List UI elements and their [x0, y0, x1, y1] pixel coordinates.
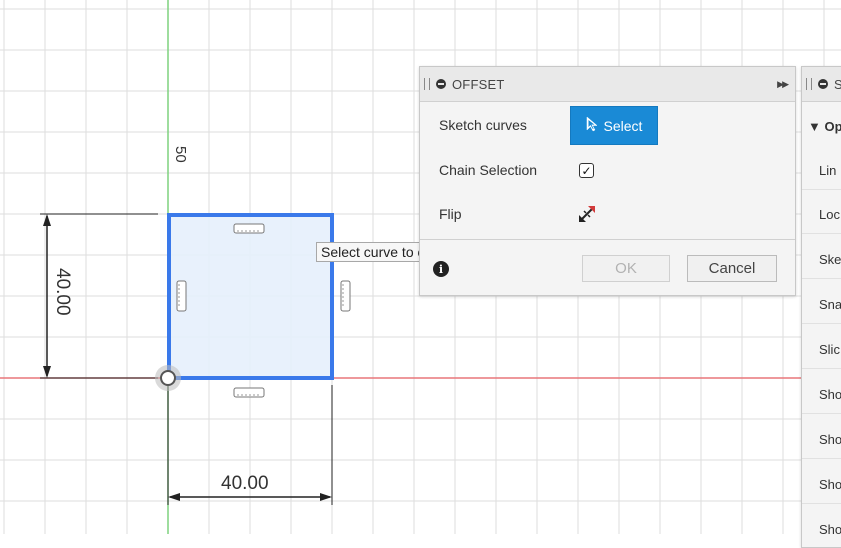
vertical-dimension-label[interactable]: 40.00 — [52, 268, 73, 316]
divider — [802, 413, 841, 414]
side-item[interactable]: Sho — [819, 432, 841, 447]
divider — [802, 323, 841, 324]
selected-rectangle[interactable] — [169, 215, 332, 378]
side-panel-header[interactable]: S — [802, 67, 841, 102]
flip-label: Flip — [439, 206, 462, 222]
divider — [802, 189, 841, 190]
side-item[interactable]: Sna — [819, 297, 841, 312]
flip-icon[interactable] — [578, 205, 596, 223]
collapse-icon[interactable] — [436, 79, 446, 89]
side-item[interactable]: Sho — [819, 477, 841, 492]
double-chevron-right-icon[interactable]: ▶▶ — [777, 79, 787, 90]
divider — [802, 503, 841, 504]
vertical-constraint-icon[interactable] — [341, 281, 350, 311]
horizontal-dimension-label[interactable]: 40.00 — [221, 473, 269, 494]
side-panel-title: S — [834, 77, 841, 92]
select-button-label: Select — [604, 118, 643, 134]
divider — [802, 278, 841, 279]
chain-selection-checkbox[interactable]: ✓ — [579, 163, 594, 178]
divider — [802, 458, 841, 459]
divider — [802, 368, 841, 369]
offset-panel-header[interactable]: OFFSET ▶▶ — [420, 67, 795, 102]
origin-point-icon[interactable] — [155, 365, 181, 391]
divider — [802, 233, 841, 234]
offset-panel: OFFSET ▶▶ Sketch curves Select Chain Sel… — [419, 66, 796, 296]
horizontal-constraint-icon[interactable] — [234, 388, 264, 397]
drag-handle-icon[interactable] — [806, 78, 812, 90]
info-icon[interactable]: i — [433, 261, 449, 277]
cursor-arrow-icon — [586, 116, 598, 135]
triangle-down-icon: ▼ — [808, 119, 821, 134]
side-item[interactable]: Loc — [819, 207, 840, 222]
collapse-icon[interactable] — [818, 79, 828, 89]
drag-handle-icon[interactable] — [424, 78, 430, 90]
panel-title: OFFSET — [452, 77, 504, 92]
vertical-constraint-icon[interactable] — [177, 281, 186, 311]
axis-label: 50 — [172, 146, 189, 163]
horizontal-constraint-icon[interactable] — [234, 224, 264, 233]
side-item[interactable]: Lin — [819, 163, 836, 178]
options-section-label: Op — [825, 119, 841, 134]
side-panel: S ▼ Op Lin Loc Ske Sna Slic Sho Sho Sho … — [801, 66, 841, 548]
panel-divider — [420, 239, 795, 240]
chain-selection-label: Chain Selection — [439, 162, 537, 178]
select-button[interactable]: Select — [570, 106, 658, 145]
side-item[interactable]: Sho — [819, 522, 841, 537]
ok-button[interactable]: OK — [582, 255, 670, 282]
options-section[interactable]: ▼ Op — [808, 119, 841, 134]
side-item[interactable]: Slic — [819, 342, 840, 357]
cancel-button[interactable]: Cancel — [687, 255, 777, 282]
side-item[interactable]: Ske — [819, 252, 841, 267]
side-item[interactable]: Sho — [819, 387, 841, 402]
sketch-curves-label: Sketch curves — [439, 117, 527, 133]
